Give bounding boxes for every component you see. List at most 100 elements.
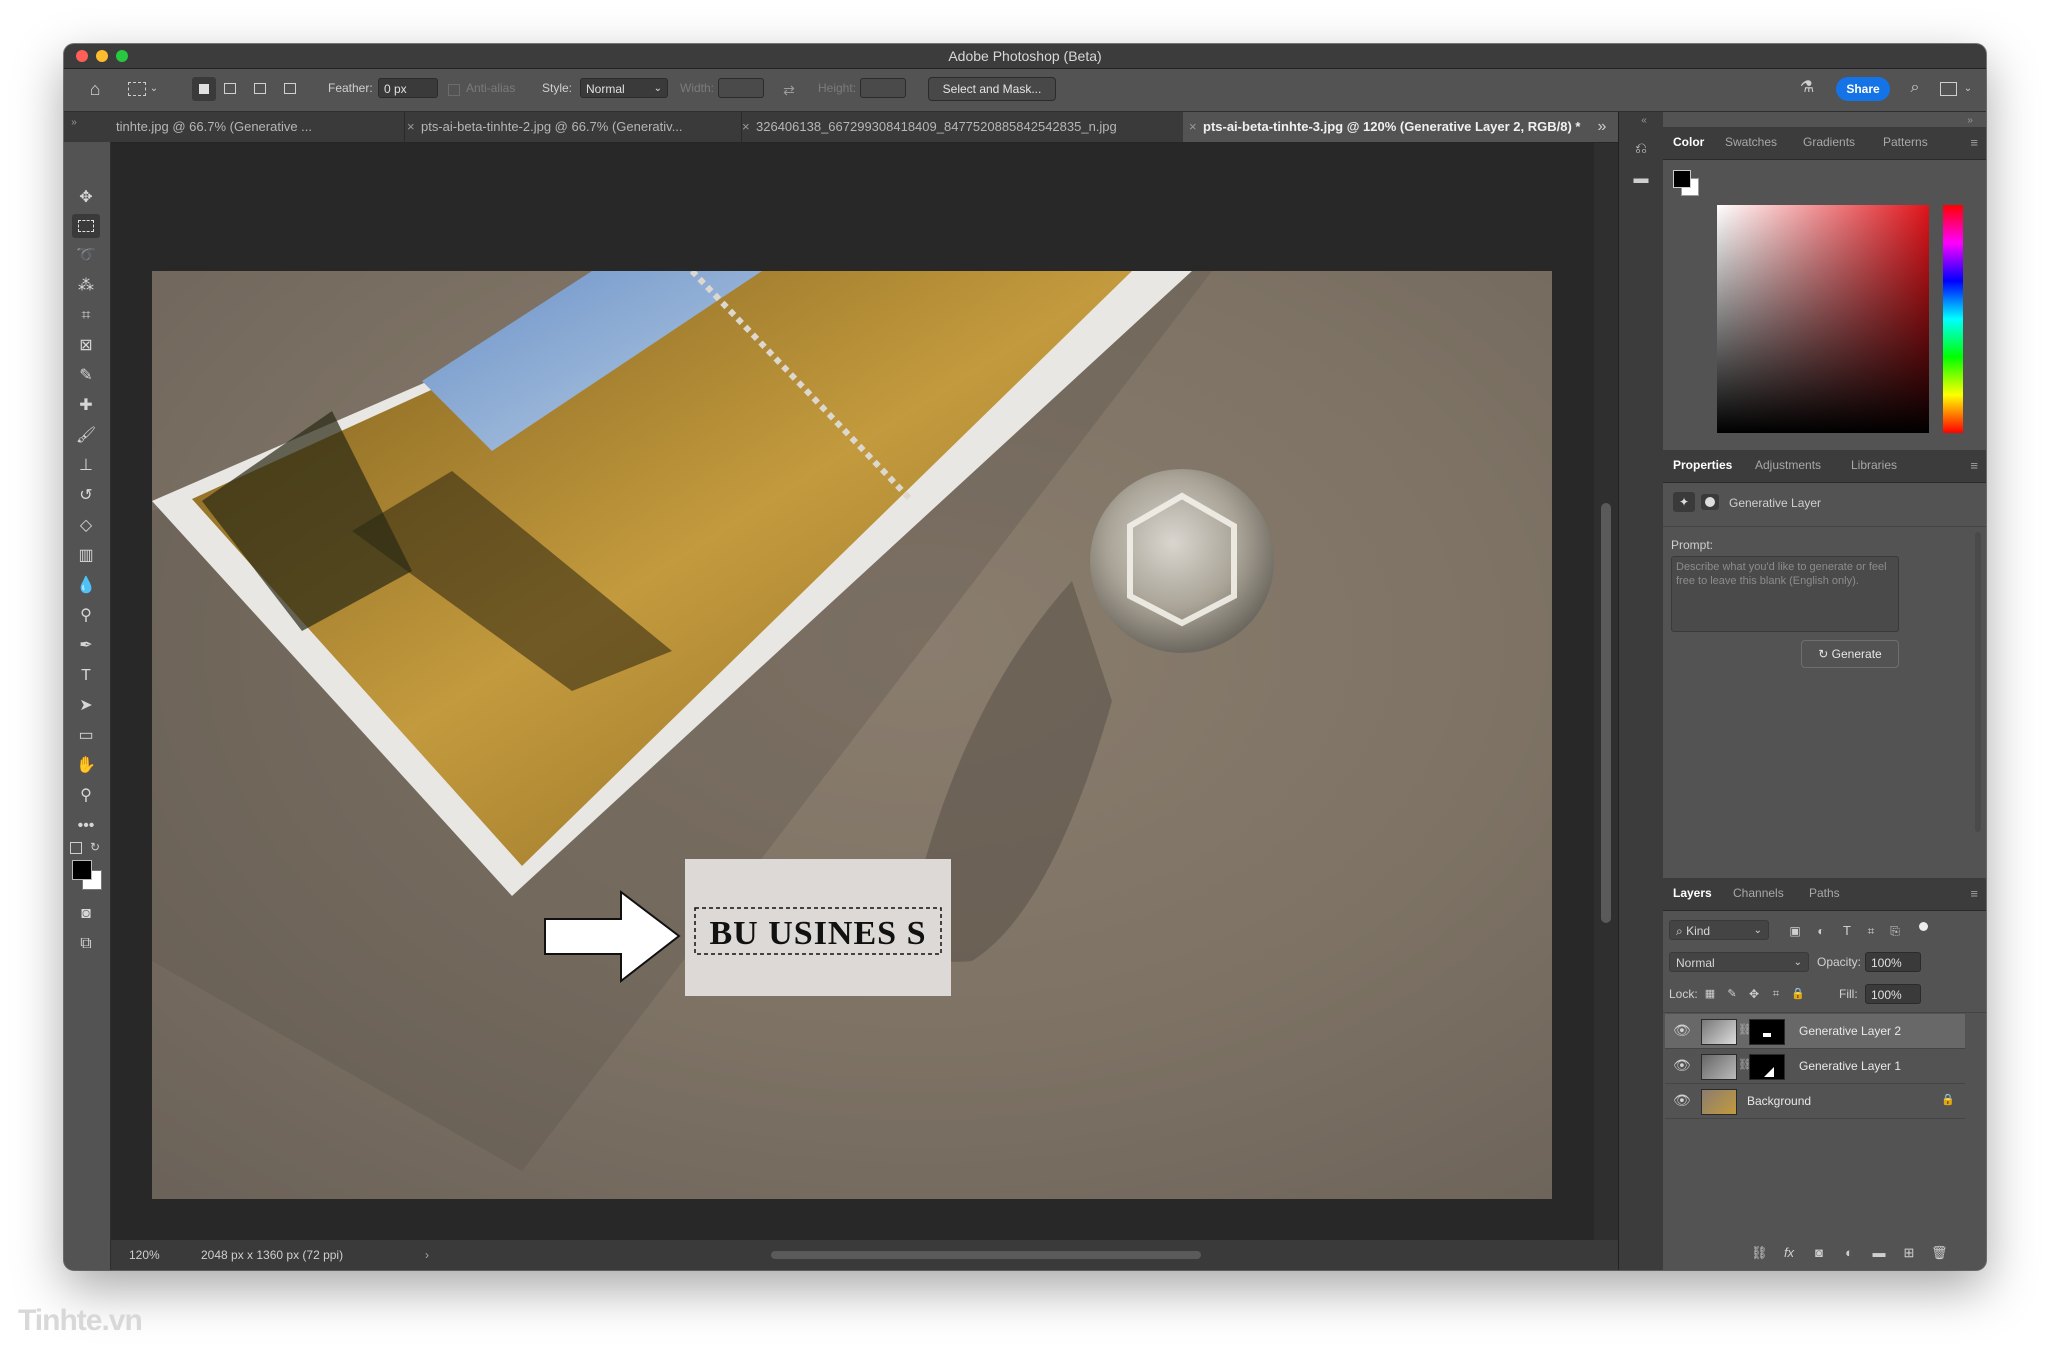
- frame-tool-icon[interactable]: ⊠: [72, 334, 100, 358]
- color-picker-field[interactable]: [1717, 205, 1929, 433]
- new-selection-button[interactable]: [192, 77, 216, 101]
- tab-3[interactable]: × 326406138_667299308418409_8477520885842…: [736, 112, 1189, 142]
- vertical-scroll-thumb[interactable]: [1601, 503, 1611, 923]
- trash-icon[interactable]: 🗑: [1931, 1244, 1948, 1262]
- color-fg-swatch[interactable]: [1673, 170, 1691, 188]
- home-icon[interactable]: ⌂: [84, 80, 106, 98]
- intersect-selection-icon[interactable]: [284, 83, 296, 94]
- blend-mode-select[interactable]: Normal ⌄: [1669, 952, 1809, 972]
- visibility-eye-icon[interactable]: 👁: [1673, 1022, 1691, 1039]
- tab-patterns[interactable]: Patterns: [1883, 135, 1928, 149]
- prompt-textarea[interactable]: Describe what you'd like to generate or …: [1671, 556, 1899, 632]
- tab-gradients[interactable]: Gradients: [1803, 135, 1855, 149]
- chevron-down-icon[interactable]: ⌄: [1962, 80, 1974, 98]
- lock-icon[interactable]: 🔒: [1941, 1093, 1955, 1106]
- foreground-color-swatch[interactable]: [72, 860, 92, 880]
- close-tab-icon[interactable]: ×: [1189, 112, 1203, 142]
- document-image[interactable]: BU USINES S: [152, 271, 1552, 1199]
- tab-paths[interactable]: Paths: [1809, 886, 1840, 900]
- filter-shape-icon[interactable]: ⌗: [1863, 922, 1879, 940]
- opacity-input[interactable]: 100%: [1865, 952, 1921, 972]
- layer-row-generative-1[interactable]: 👁 ⛓ Generative Layer 1: [1665, 1049, 1965, 1084]
- default-colors-icon[interactable]: [70, 842, 82, 854]
- share-button[interactable]: Share: [1836, 77, 1890, 101]
- crop-tool-icon[interactable]: ⌗: [72, 304, 100, 328]
- comments-panel-icon[interactable]: ▬: [1631, 170, 1651, 188]
- layer-mask-thumbnail[interactable]: [1749, 1054, 1785, 1080]
- tab-2[interactable]: × pts-ai-beta-tinhte-2.jpg @ 66.7% (Gener…: [401, 112, 742, 142]
- eraser-tool-icon[interactable]: ◇: [72, 514, 100, 538]
- filter-smart-object-icon[interactable]: ⎘: [1887, 922, 1903, 940]
- lasso-tool-icon[interactable]: ➰: [72, 244, 100, 268]
- hue-slider[interactable]: [1943, 205, 1963, 433]
- tab-layers[interactable]: Layers: [1673, 886, 1712, 900]
- gradient-tool-icon[interactable]: ▥: [72, 544, 100, 568]
- lock-transparency-icon[interactable]: ▦: [1703, 985, 1717, 1003]
- tab-properties[interactable]: Properties: [1673, 458, 1732, 472]
- chevron-right-icon[interactable]: ›: [425, 1240, 429, 1270]
- horizontal-scroll-thumb[interactable]: [771, 1251, 1201, 1259]
- rectangle-tool-icon[interactable]: ▭: [72, 724, 100, 748]
- filter-type-icon[interactable]: T: [1839, 922, 1855, 940]
- healing-brush-tool-icon[interactable]: ✚: [72, 394, 100, 418]
- tab-color[interactable]: Color: [1673, 135, 1704, 149]
- panel-menu-icon[interactable]: ≡: [1970, 886, 1978, 901]
- mask-icon[interactable]: [1701, 494, 1719, 510]
- style-select[interactable]: Normal ⌄: [580, 78, 668, 98]
- pen-tool-icon[interactable]: ✒: [72, 634, 100, 658]
- tab-1[interactable]: tinhte.jpg @ 66.7% (Generative ...: [112, 112, 405, 142]
- layer-row-generative-2[interactable]: 👁 ⛓ Generative Layer 2: [1665, 1014, 1965, 1049]
- history-brush-tool-icon[interactable]: ↺: [72, 484, 100, 508]
- history-panel-icon[interactable]: ⎌: [1631, 140, 1651, 158]
- fill-input[interactable]: 100%: [1865, 984, 1921, 1004]
- brush-tool-icon[interactable]: 🖌: [72, 424, 100, 448]
- swap-colors-icon[interactable]: ↻: [88, 838, 102, 856]
- generate-button[interactable]: ↻ Generate: [1801, 640, 1899, 668]
- fx-icon[interactable]: fx: [1781, 1244, 1797, 1262]
- workspace-icon[interactable]: [1940, 82, 1957, 96]
- properties-scrollbar[interactable]: [1975, 532, 1981, 832]
- zoom-tool-icon[interactable]: ⚲: [72, 784, 100, 808]
- select-and-mask-button[interactable]: Select and Mask...: [928, 77, 1056, 101]
- flask-icon[interactable]: ⚗: [1798, 79, 1816, 97]
- add-mask-icon[interactable]: ◙: [1811, 1244, 1827, 1262]
- anti-alias-checkbox[interactable]: [448, 84, 460, 96]
- magic-wand-tool-icon[interactable]: ⁂: [72, 274, 100, 298]
- path-selection-tool-icon[interactable]: ➤: [72, 694, 100, 718]
- filter-adjustment-icon[interactable]: ◐: [1813, 922, 1829, 940]
- zoom-level[interactable]: 120%: [129, 1240, 160, 1270]
- swap-icon[interactable]: ⇄: [780, 81, 798, 99]
- more-tabs-icon[interactable]: »: [1592, 118, 1612, 136]
- move-tool-icon[interactable]: ✥: [72, 186, 100, 210]
- dodge-tool-icon[interactable]: ⚲: [72, 604, 100, 628]
- clone-stamp-tool-icon[interactable]: ⊥: [72, 454, 100, 478]
- lock-image-icon[interactable]: ✎: [1725, 985, 1739, 1003]
- collapse-dock-icon[interactable]: «: [1637, 112, 1651, 130]
- hand-tool-icon[interactable]: ✋: [72, 754, 100, 778]
- more-tools-icon[interactable]: •••: [72, 814, 100, 838]
- collapse-toolbar-icon[interactable]: »: [68, 114, 80, 132]
- close-tab-icon[interactable]: ×: [407, 112, 421, 142]
- screen-mode-icon[interactable]: ⧉: [72, 932, 100, 956]
- layer-filter-select[interactable]: ⌕ Kind ⌄: [1669, 920, 1769, 940]
- layer-mask-thumbnail[interactable]: [1749, 1019, 1785, 1045]
- visibility-eye-icon[interactable]: 👁: [1673, 1057, 1691, 1074]
- tab-libraries[interactable]: Libraries: [1851, 458, 1897, 472]
- rectangular-marquee-tool-icon[interactable]: [72, 214, 100, 238]
- quick-mask-icon[interactable]: ◙: [72, 902, 100, 926]
- blur-tool-icon[interactable]: 💧: [72, 574, 100, 598]
- search-icon[interactable]: ⌕: [1906, 79, 1924, 97]
- filter-pixel-icon[interactable]: ▣: [1787, 922, 1803, 940]
- tab-4-active[interactable]: × pts-ai-beta-tinhte-3.jpg @ 120% (Genera…: [1183, 112, 1630, 142]
- eyedropper-tool-icon[interactable]: ✎: [72, 364, 100, 388]
- visibility-eye-icon[interactable]: 👁: [1673, 1092, 1691, 1109]
- group-folder-icon[interactable]: ▬: [1871, 1244, 1887, 1262]
- vertical-scrollbar[interactable]: [1594, 143, 1618, 1240]
- feather-input[interactable]: 0 px: [378, 78, 438, 98]
- add-selection-icon[interactable]: [224, 83, 236, 94]
- subtract-selection-icon[interactable]: [254, 83, 266, 94]
- width-input[interactable]: [718, 78, 764, 98]
- type-tool-icon[interactable]: T: [72, 664, 100, 688]
- canvas-area[interactable]: BU USINES S: [111, 143, 1594, 1240]
- lock-all-icon[interactable]: 🔒: [1791, 985, 1805, 1003]
